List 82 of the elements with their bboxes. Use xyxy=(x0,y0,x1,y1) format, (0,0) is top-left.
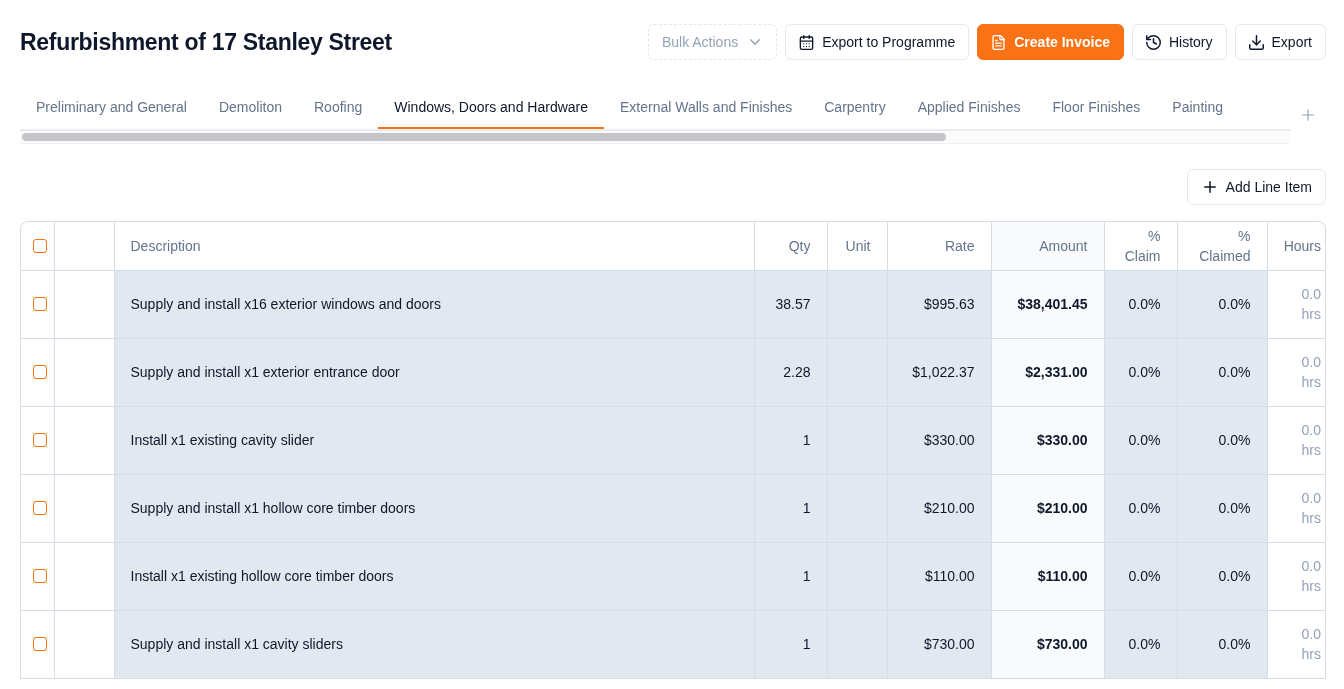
download-icon xyxy=(1248,34,1264,50)
document-icon xyxy=(991,34,1007,50)
column-header: Rate xyxy=(887,222,991,270)
table-cell: 0.0% xyxy=(1177,610,1267,678)
tab[interactable]: Floor Finishes xyxy=(1036,85,1157,129)
table-cell: $2,331.00 xyxy=(991,338,1104,406)
table-cell: 1 xyxy=(754,610,827,678)
table-cell: $330.00 xyxy=(991,406,1104,474)
table-cell: 0.0% xyxy=(1104,542,1177,610)
column-header: % Claim xyxy=(1104,222,1177,270)
table-cell: Supply and install x16 exterior windows and doors xyxy=(114,270,754,338)
history-button[interactable]: History xyxy=(1131,24,1227,60)
tab[interactable]: Applied Finishes xyxy=(901,85,1037,129)
tab[interactable]: Painting xyxy=(1156,85,1239,129)
table-cell: $210.00 xyxy=(887,474,991,542)
table-cell xyxy=(827,610,887,678)
table-cell: 0.0 hrs xyxy=(1267,338,1325,406)
table-cell: $1,022.37 xyxy=(887,338,991,406)
table-cell: 0.0% xyxy=(1177,270,1267,338)
tab[interactable]: Demoliton xyxy=(202,85,298,129)
row-checkbox[interactable] xyxy=(33,433,47,447)
table-cell: 0.0% xyxy=(1104,270,1177,338)
table-cell: 1 xyxy=(754,542,827,610)
table-cell: 2.28 xyxy=(754,338,827,406)
add-line-item-button[interactable]: Add Line Item xyxy=(1186,169,1326,205)
table-cell: Supply and install x1 exterior entrance door xyxy=(114,338,754,406)
table-cell: Install x1 existing cavity slider xyxy=(114,406,754,474)
export-to-programme-button[interactable]: Export to Programme xyxy=(785,24,970,60)
table-cell: 0.0 hrs xyxy=(1267,610,1325,678)
plus-icon[interactable] xyxy=(1302,108,1314,121)
row-checkbox[interactable] xyxy=(33,365,47,379)
table-cell: 0.0 hrs xyxy=(1267,474,1325,542)
table-cell: $730.00 xyxy=(887,610,991,678)
table-cell: 0.0 hrs xyxy=(1267,542,1325,610)
column-header: Amount xyxy=(991,222,1104,270)
table-cell: 0.0% xyxy=(1177,406,1267,474)
chevron-down-icon xyxy=(750,39,761,45)
tab[interactable]: Carpentry xyxy=(808,85,902,129)
column-header: Unit xyxy=(827,222,887,270)
table-cell: 0.0% xyxy=(1177,542,1267,610)
table-cell: Supply and install x1 hollow core timber doors xyxy=(114,474,754,542)
calendar-icon xyxy=(799,34,815,50)
table-cell: 0.0% xyxy=(1104,610,1177,678)
table-cell: $995.63 xyxy=(887,270,991,338)
table-cell: 1 xyxy=(754,474,827,542)
column-header: Qty xyxy=(754,222,827,270)
page-title: Refurbishment of 17 Stanley Street xyxy=(20,28,392,56)
table-cell xyxy=(827,270,887,338)
column-header: Description xyxy=(114,222,754,270)
tab[interactable]: Windows, Doors and Hardware xyxy=(378,85,604,129)
export-button[interactable]: Export xyxy=(1234,24,1326,60)
row-checkbox[interactable] xyxy=(33,501,47,515)
column-header: % Claimed xyxy=(1177,222,1267,270)
table-cell: Supply and install x1 cavity sliders xyxy=(114,610,754,678)
table-cell: $110.00 xyxy=(887,542,991,610)
row-checkbox[interactable] xyxy=(33,569,47,583)
table-cell: 0.0% xyxy=(1104,406,1177,474)
table-cell: $330.00 xyxy=(887,406,991,474)
create-invoice-button[interactable]: Create Invoice xyxy=(977,24,1124,60)
table-cell: 1 xyxy=(754,406,827,474)
table-cell: 0.0 hrs xyxy=(1267,270,1325,338)
tab[interactable]: Preliminary and General xyxy=(20,85,203,129)
table-cell: 38.57 xyxy=(754,270,827,338)
row-checkbox[interactable] xyxy=(33,297,47,311)
table-cell: 0.0% xyxy=(1177,338,1267,406)
tab[interactable]: External Walls and Finishes xyxy=(604,85,809,129)
column-header: Hours xyxy=(1267,222,1325,270)
table-cell: $110.00 xyxy=(991,542,1104,610)
table-cell: $730.00 xyxy=(991,610,1104,678)
table-cell: 0.0% xyxy=(1104,474,1177,542)
table-cell: 0.0% xyxy=(1177,474,1267,542)
table-cell: 0.0% xyxy=(1104,338,1177,406)
select-all-checkbox[interactable] xyxy=(33,238,47,253)
plus-icon xyxy=(1203,181,1216,193)
row-checkbox[interactable] xyxy=(33,637,47,651)
tab[interactable]: Roofing xyxy=(298,85,379,129)
table-cell: $210.00 xyxy=(991,474,1104,542)
table-cell: Install x1 existing hollow core timber doors xyxy=(114,542,754,610)
table-cell: 0.0 hrs xyxy=(1267,406,1325,474)
scrollbar-thumb[interactable] xyxy=(22,133,947,141)
history-icon xyxy=(1145,34,1161,50)
table-cell: $38,401.45 xyxy=(991,270,1104,338)
